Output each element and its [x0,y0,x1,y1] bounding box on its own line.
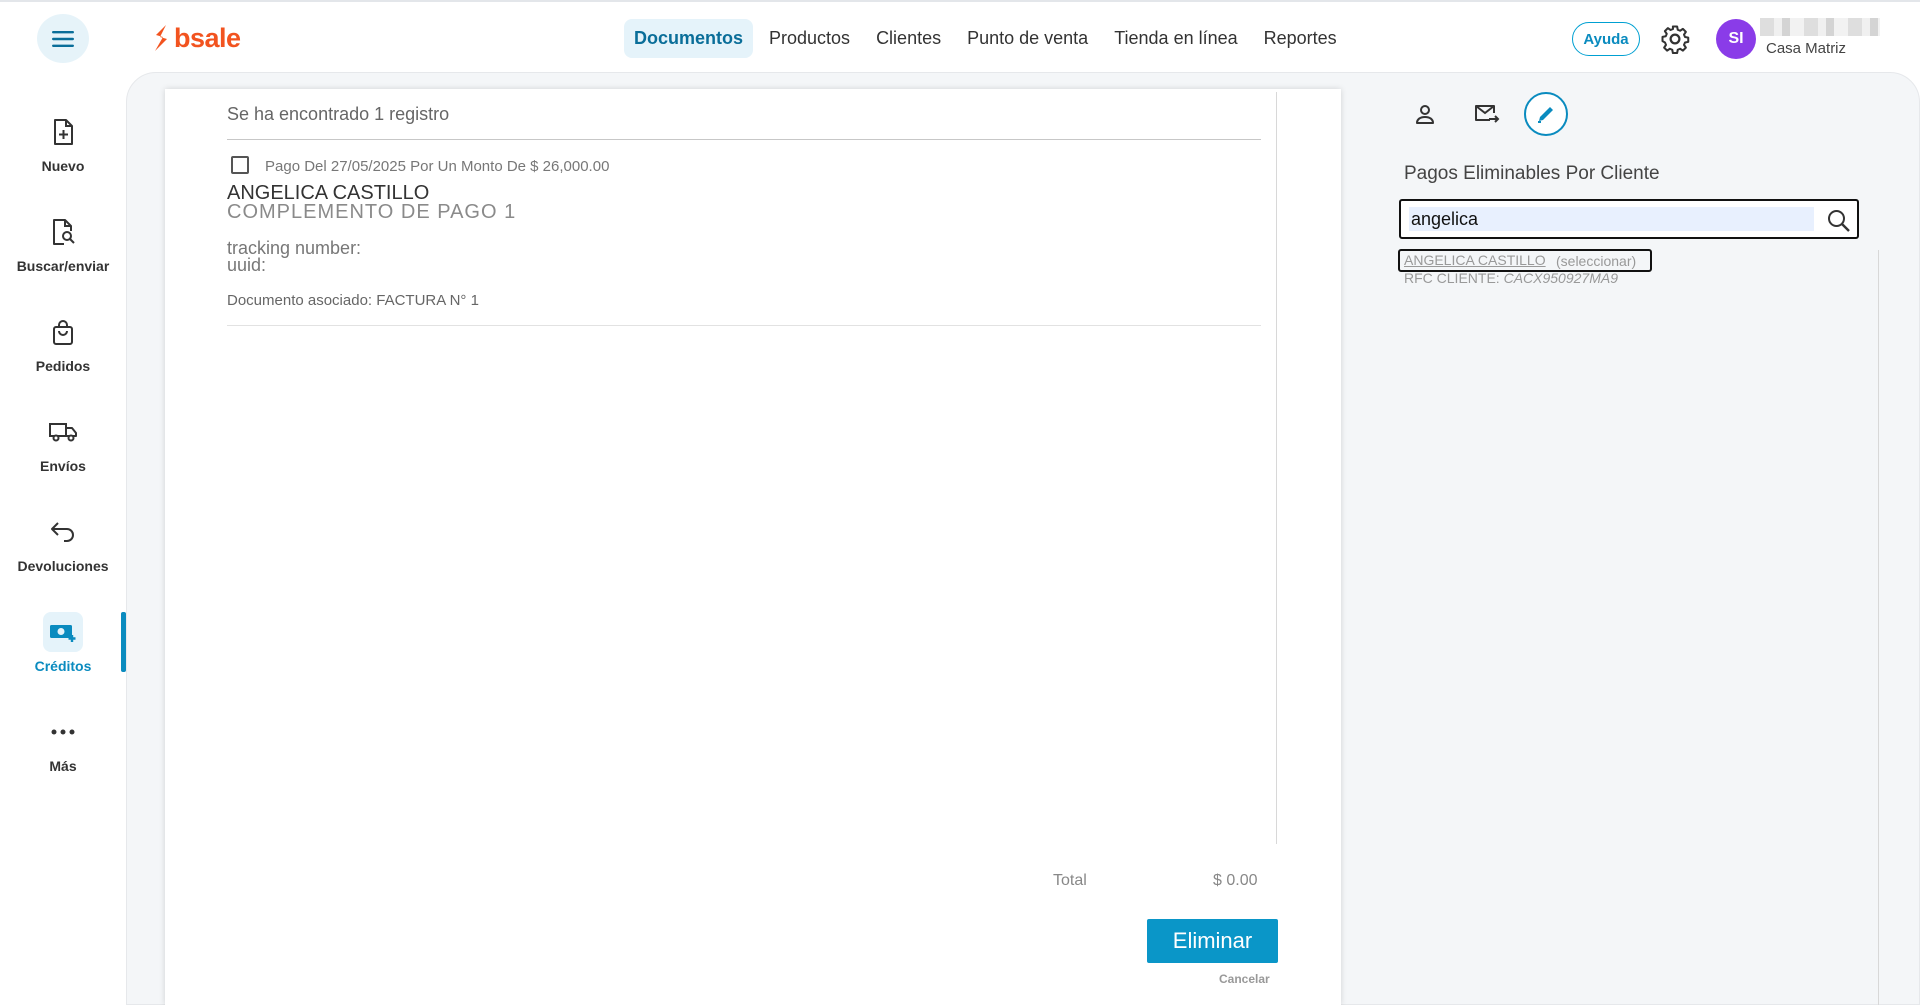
delete-button[interactable]: Eliminar [1147,919,1278,963]
total-value: $ 0.00 [1213,872,1258,889]
document-panel [165,89,1341,1005]
document-divider [1276,92,1277,844]
logo-text: bsale [174,22,241,53]
top-bar: bsale Documentos Productos Clientes Punt… [0,0,1920,72]
sidebar-item-creditos[interactable]: Créditos [0,612,126,702]
email-tool-button[interactable] [1465,92,1509,136]
user-icon [1416,105,1434,124]
edit-tool-button[interactable] [1524,92,1568,136]
bsale-logo-icon [155,25,167,51]
client-search-input[interactable] [1409,207,1814,231]
nav-punto-de-venta[interactable]: Punto de venta [957,19,1098,58]
nav-documentos[interactable]: Documentos [624,18,754,58]
panel-divider [1878,250,1879,1005]
sidebar-item-label: Créditos [34,658,92,674]
sidebar-item-devoluciones[interactable]: Devoluciones [0,512,126,602]
shopping-bag-icon [43,312,83,352]
nav-productos[interactable]: Productos [759,19,860,58]
pencil-icon [1538,107,1553,123]
client-tool-button[interactable] [1403,92,1447,136]
results-count: Se ha encontrado 1 registro [227,104,450,124]
payment-complement: COMPLEMENTO DE PAGO 1 [227,201,517,223]
more-dots-icon [43,712,83,752]
search-icon[interactable] [1825,207,1853,235]
divider [227,139,1261,140]
avatar[interactable]: SI [1716,19,1756,59]
sidebar-item-mas[interactable]: Más [0,712,126,802]
money-plus-icon [43,612,83,652]
search-result-select-link[interactable]: (seleccionar) [1556,253,1636,269]
payment-checkbox[interactable] [231,156,249,174]
new-document-icon [43,112,83,152]
rfc-value: CACX950927MA9 [1503,270,1618,286]
rfc-line: RFC CLIENTE: CACX950927MA9 [1404,270,1618,286]
sidebar-item-buscar-enviar[interactable]: Buscar/enviar [0,212,126,302]
nav-clientes[interactable]: Clientes [866,19,951,58]
panel-title: Pagos Eliminables Por Cliente [1404,163,1660,184]
sidebar-item-label: Pedidos [35,358,91,374]
sidebar-item-label: Buscar/enviar [16,258,110,274]
cancel-link[interactable]: Cancelar [1219,972,1270,986]
payment-line: Pago Del 27/05/2025 Por Un Monto De $ 26… [265,158,610,175]
sidebar-item-label: Devoluciones [17,558,109,574]
sidebar: Nuevo Buscar/enviar Pedidos Envíos Devol… [0,72,126,1005]
client-search-box [1399,199,1859,239]
search-result-name[interactable]: ANGELICA CASTILLO [1404,252,1546,268]
sidebar-item-nuevo[interactable]: Nuevo [0,112,126,202]
gear-icon[interactable] [1660,24,1690,54]
nav-reportes[interactable]: Reportes [1254,19,1347,58]
return-arrow-icon [43,512,83,552]
nav-tienda-en-linea[interactable]: Tienda en línea [1104,19,1247,58]
search-document-icon [43,212,83,252]
main-nav: Documentos Productos Clientes Punto de v… [624,18,1347,58]
rfc-label: RFC CLIENTE: [1404,270,1500,286]
divider [227,325,1261,326]
help-button[interactable]: Ayuda [1572,22,1640,56]
bsale-logo[interactable]: bsale [152,22,241,54]
hamburger-icon [52,30,74,47]
sidebar-item-envios[interactable]: Envíos [0,412,126,502]
mail-forward-icon [1475,105,1500,123]
associated-document: Documento asociado: FACTURA N° 1 [227,292,479,309]
total-label: Total [1053,872,1087,889]
sidebar-item-label: Nuevo [41,158,85,174]
uuid-label: uuid: [227,255,267,275]
branch-name[interactable]: Casa Matriz [1766,40,1846,57]
menu-button[interactable] [37,14,89,63]
sidebar-item-label: Más [49,758,77,774]
sidebar-item-pedidos[interactable]: Pedidos [0,312,126,402]
truck-icon [43,412,83,452]
sidebar-item-label: Envíos [40,458,86,474]
user-name-blurred [1760,18,1880,36]
